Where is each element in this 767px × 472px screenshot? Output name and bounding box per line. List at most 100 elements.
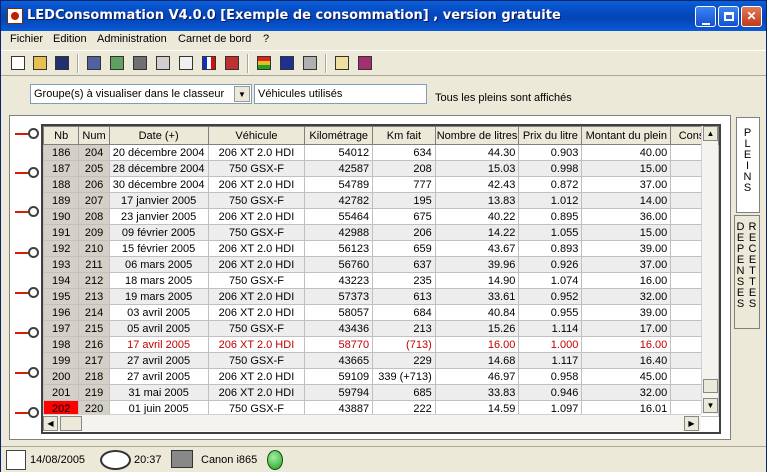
app-icon[interactable] xyxy=(7,8,23,24)
group-select[interactable]: Groupe(s) à visualiser dans le classeur … xyxy=(30,84,252,104)
table-row[interactable]: 186 204 20 décembre 2004 206 XT 2.0 HDI 5401… xyxy=(43,144,719,161)
row-nb-cell: 188 xyxy=(43,176,80,193)
row-nb-cell: 200 xyxy=(43,368,80,385)
amount-cell: 39.00 xyxy=(581,240,672,257)
table-row[interactable]: 198 216 17 avril 2005 206 XT 2.0 HDI 58770 (7… xyxy=(43,336,719,353)
book-button[interactable] xyxy=(356,54,374,72)
km-done-cell: 685 xyxy=(372,384,436,401)
horizontal-scroll-thumb[interactable] xyxy=(60,416,82,431)
row-nb-cell: 192 xyxy=(43,240,80,257)
scroll-up-icon[interactable]: ▲ xyxy=(703,126,718,141)
consumption-table: Nb Num Date (+) Véhicule Kilométrage Km fait N… xyxy=(43,126,719,417)
table-row[interactable]: 196 214 03 avril 2005 206 XT 2.0 HDI 58057 68… xyxy=(43,304,719,321)
column-header[interactable]: Prix du litre xyxy=(518,126,583,145)
menu-fichier[interactable]: Fichier xyxy=(10,33,43,45)
vehicle-cell: 206 XT 2.0 HDI xyxy=(207,336,306,353)
tools-button[interactable] xyxy=(223,54,241,72)
amount-cell: 17.00 xyxy=(581,320,672,337)
flag-uk-button[interactable] xyxy=(278,54,296,72)
km-done-cell: 637 xyxy=(372,256,436,273)
consumption-grid[interactable]: Nb Num Date (+) Véhicule Kilométrage Km fait N… xyxy=(41,124,721,434)
column-header[interactable]: Montant du plein xyxy=(581,126,672,145)
vehicles-field[interactable]: Véhicules utilisés xyxy=(254,84,427,104)
row-nb-cell: 193 xyxy=(43,256,80,273)
row-nb-cell: 199 xyxy=(43,352,80,369)
table-row[interactable]: 192 210 15 février 2005 206 XT 2.0 HDI 56123… xyxy=(43,240,719,257)
minimize-button[interactable] xyxy=(695,6,716,27)
filter-status: Tous les pleins sont affichés xyxy=(435,92,572,104)
document-button[interactable] xyxy=(177,54,195,72)
close-icon: ✕ xyxy=(746,9,757,23)
vertical-scroll-thumb[interactable] xyxy=(703,379,718,393)
film-button[interactable] xyxy=(131,54,149,72)
new-file-button[interactable] xyxy=(9,54,27,72)
help-pointer-button[interactable] xyxy=(333,54,351,72)
window-title: LEDConsommation V4.0.0 [Exemple de conso… xyxy=(27,8,561,23)
menu-help[interactable]: ? xyxy=(263,33,269,45)
minimize-icon xyxy=(701,23,710,25)
column-header[interactable]: Date (+) xyxy=(108,126,209,145)
km-done-cell: 684 xyxy=(372,304,436,321)
mileage-cell: 43436 xyxy=(304,320,374,337)
table-row[interactable]: 195 213 19 mars 2005 206 XT 2.0 HDI 57373 613… xyxy=(43,288,719,305)
km-done-cell: 206 xyxy=(372,224,436,241)
scroll-right-icon[interactable]: ▶ xyxy=(684,416,699,431)
flag-fr-button[interactable] xyxy=(200,54,218,72)
print-button[interactable] xyxy=(301,54,319,72)
pin-icon xyxy=(15,206,39,218)
toolbar-separator xyxy=(325,54,327,73)
vehicle-cell: 206 XT 2.0 HDI xyxy=(207,256,306,273)
toolbar xyxy=(1,50,766,76)
tab-pleins-label: PLEINS xyxy=(743,127,753,194)
column-header[interactable]: Num xyxy=(78,126,110,145)
column-header[interactable]: Km fait xyxy=(372,126,436,145)
traffic-light-button[interactable] xyxy=(255,54,273,72)
liters-cell: 15.03 xyxy=(434,160,520,177)
open-button[interactable] xyxy=(31,54,49,72)
scroll-left-icon[interactable]: ◀ xyxy=(43,416,58,431)
table-row[interactable]: 197 215 05 avril 2005 750 GSX-F 43436 213 15.2… xyxy=(43,320,719,337)
title-bar[interactable]: LEDConsommation V4.0.0 [Exemple de conso… xyxy=(1,1,766,31)
column-header[interactable]: Nb xyxy=(43,126,80,145)
menu-edition[interactable]: Edition xyxy=(53,33,87,45)
table-row[interactable]: 190 208 23 janvier 2005 206 XT 2.0 HDI 55464… xyxy=(43,208,719,225)
menu-carnet-de-bord[interactable]: Carnet de bord xyxy=(178,33,251,45)
table-row[interactable]: 187 205 28 décembre 2004 750 GSX-F 42587 208 1… xyxy=(43,160,719,177)
menu-administration[interactable]: Administration xyxy=(97,33,167,45)
vertical-scrollbar[interactable]: ▲ ▼ xyxy=(701,126,718,414)
column-header[interactable]: Kilométrage xyxy=(304,126,374,145)
save-button[interactable] xyxy=(53,54,71,72)
date-cell: 23 janvier 2005 xyxy=(108,208,209,225)
tab-pleins[interactable]: PLEINS xyxy=(736,117,760,213)
table-row[interactable]: 191 209 09 février 2005 750 GSX-F 42988 206 14… xyxy=(43,224,719,241)
close-button[interactable]: ✕ xyxy=(741,6,762,27)
date-cell: 17 avril 2005 xyxy=(108,336,209,353)
maximize-icon xyxy=(723,12,734,21)
row-nb-cell: 197 xyxy=(43,320,80,337)
fuel-pump-button[interactable] xyxy=(85,54,103,72)
vehicle-cell: 206 XT 2.0 HDI xyxy=(207,304,306,321)
tab-depenses-recettes[interactable]: DEPENSES RECETTES xyxy=(734,215,760,329)
table-row[interactable]: 201 219 31 mai 2005 206 XT 2.0 HDI 59794 685 3… xyxy=(43,384,719,401)
chart-icon xyxy=(156,56,170,70)
table-row[interactable]: 188 206 30 décembre 2004 206 XT 2.0 HDI 5478… xyxy=(43,176,719,193)
row-num-cell: 218 xyxy=(78,368,110,385)
maximize-button[interactable] xyxy=(718,6,739,27)
horizontal-scrollbar[interactable]: ◀ ▶ xyxy=(43,414,701,431)
chevron-down-icon[interactable]: ▼ xyxy=(234,86,250,102)
pin-icon xyxy=(15,247,39,259)
chart-button[interactable] xyxy=(154,54,172,72)
column-header[interactable]: Nombre de litres xyxy=(434,126,520,145)
pin-icon xyxy=(15,367,39,379)
scroll-down-icon[interactable]: ▼ xyxy=(703,398,718,413)
mileage-cell: 42587 xyxy=(304,160,374,177)
map-button[interactable] xyxy=(108,54,126,72)
printer-icon xyxy=(303,56,317,70)
table-row[interactable]: 200 218 27 avril 2005 206 XT 2.0 HDI 59109 33… xyxy=(43,368,719,385)
table-row[interactable]: 194 212 18 mars 2005 750 GSX-F 43223 235 14.90… xyxy=(43,272,719,289)
toolbar-separator xyxy=(77,54,79,73)
table-row[interactable]: 193 211 06 mars 2005 206 XT 2.0 HDI 56760 637… xyxy=(43,256,719,273)
table-row[interactable]: 189 207 17 janvier 2005 750 GSX-F 42782 195 13… xyxy=(43,192,719,209)
table-row[interactable]: 199 217 27 avril 2005 750 GSX-F 43665 229 14.6… xyxy=(43,352,719,369)
column-header[interactable]: Véhicule xyxy=(207,126,306,145)
